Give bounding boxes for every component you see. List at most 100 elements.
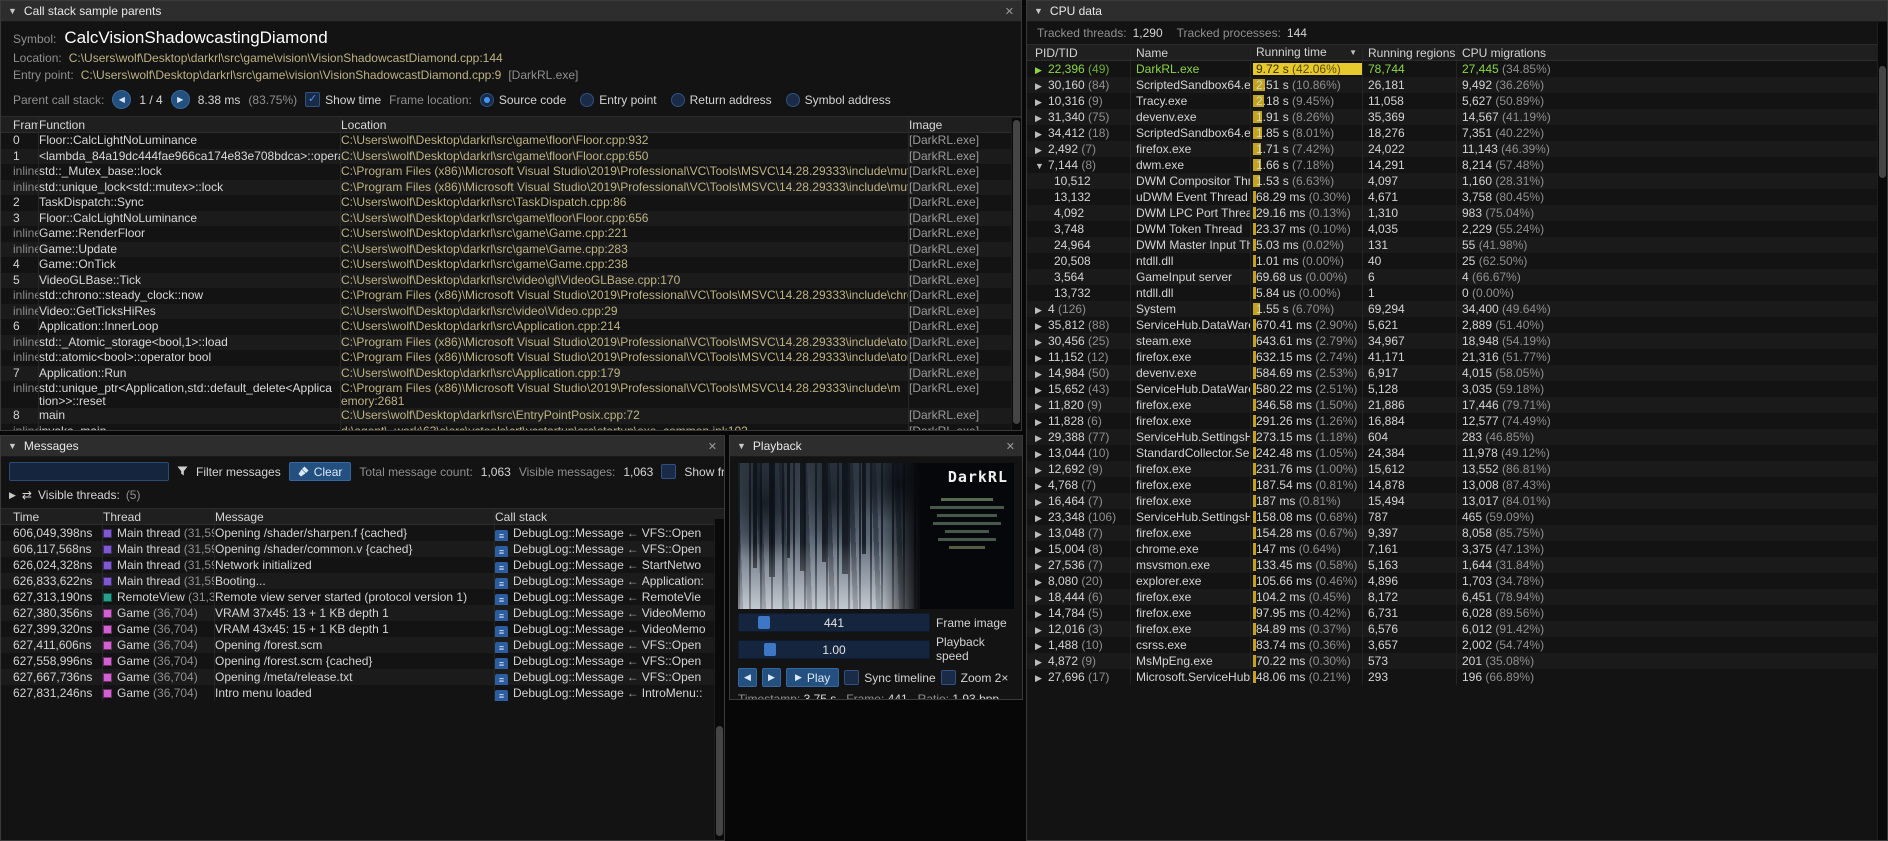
scrollbar-thumb[interactable] [1879, 66, 1886, 178]
message-row[interactable]: 627,399,320ns Game (36,704) VRAM 43x45: … [1, 621, 724, 637]
checkbox-box[interactable]: ✓ [305, 92, 320, 107]
cpu-process-row[interactable]: ▶12,016 (3) firefox.exe 84.89 ms (0.37%)… [1027, 621, 1887, 637]
callstack-frame-row[interactable]: 2 TaskDispatch::Sync C:\Users\wolf\Deskt… [1, 195, 1021, 211]
expand-icon[interactable]: ▶ [1035, 494, 1048, 509]
frame-function[interactable]: Game::OnTick [39, 257, 341, 273]
frame-function[interactable]: Floor::CalcLightNoLuminance [39, 211, 341, 227]
frame-location[interactable]: C:\Program Files (x86)\Microsoft Visual … [341, 381, 909, 408]
cpu-process-row[interactable]: ▶4 (126) System 1.55 s (6.70%) 69,294 34… [1027, 301, 1887, 317]
cpu-process-row[interactable]: ▶18,444 (6) firefox.exe 104.2 ms (0.45%)… [1027, 589, 1887, 605]
frame-location[interactable]: C:\Program Files (x86)\Microsoft Visual … [341, 164, 909, 180]
frame-location[interactable]: C:\Program Files (x86)\Microsoft Visual … [341, 350, 909, 366]
frame-function[interactable]: Game::Update [39, 242, 341, 258]
radio-circle[interactable] [580, 93, 594, 107]
cpu-process-row[interactable]: ▶27,696 (17) Microsoft.ServiceHub.Co 48.… [1027, 669, 1887, 685]
expand-icon[interactable]: ▶ [1035, 110, 1048, 125]
callstack-frame-row[interactable]: 7 Application::Run C:\Users\wolf\Desktop… [1, 366, 1021, 382]
cpu-process-row[interactable]: ▶4,872 (9) MsMpEng.exe 70.22 ms (0.30%) … [1027, 653, 1887, 669]
cpu-process-row[interactable]: ▶13,048 (7) firefox.exe 154.28 ms (0.67%… [1027, 525, 1887, 541]
frame-location[interactable]: C:\Users\wolf\Desktop\darkrl\src\EntryPo… [341, 408, 909, 424]
callstack-frame-row[interactable]: 0 Floor::CalcLightNoLuminance C:\Users\w… [1, 133, 1021, 149]
visible-threads-label[interactable]: Visible threads: [38, 488, 120, 502]
message-callstack[interactable]: ≡DebugLog::Message←VideoMemo [495, 605, 724, 621]
playback-titlebar[interactable]: ▼ Playback ✕ [730, 436, 1022, 457]
callstack-frame-row[interactable]: 6 Application::InnerLoop C:\Users\wolf\D… [1, 319, 1021, 335]
message-callstack[interactable]: ≡DebugLog::Message←Application: [495, 573, 724, 589]
radio-circle[interactable] [480, 93, 494, 107]
expand-icon[interactable]: ▶ [1035, 526, 1048, 541]
callstack-frame-row[interactable]: inline Game::RenderFloor C:\Users\wolf\D… [1, 226, 1021, 242]
expand-icon[interactable]: ▶ [1035, 398, 1048, 413]
cpu-process-row[interactable]: ▶11,828 (6) firefox.exe 291.26 ms (1.26%… [1027, 413, 1887, 429]
frame-function[interactable]: invoke_main [39, 424, 341, 431]
frame-function[interactable]: Floor::CalcLightNoLuminance [39, 133, 341, 149]
callstack-frame-row[interactable]: 1 <lambda_84a19dc444fae966ca174e83e708bd… [1, 149, 1021, 165]
prev-frame-button[interactable]: ◀ [738, 668, 757, 687]
callstack-frame-row[interactable]: 4 Game::OnTick C:\Users\wolf\Desktop\dar… [1, 257, 1021, 273]
expand-icon[interactable]: ▶ [1035, 414, 1048, 429]
frame-function[interactable]: Game::RenderFloor [39, 226, 341, 242]
cpu-process-row[interactable]: ▶8,080 (20) explorer.exe 105.66 ms (0.46… [1027, 573, 1887, 589]
collapse-icon[interactable]: ▼ [737, 441, 746, 451]
expand-icon[interactable]: ▶ [1035, 654, 1048, 669]
message-row[interactable]: 627,667,736ns Game (36,704) Opening /met… [1, 669, 724, 685]
cpu-process-row[interactable]: ▶23,348 (106) ServiceHub.SettingsHost 15… [1027, 509, 1887, 525]
cpu-process-row[interactable]: ▶4,768 (7) firefox.exe 187.54 ms (0.81%)… [1027, 477, 1887, 493]
cpu-scrollbar[interactable] [1877, 22, 1887, 840]
callstack-frame-row[interactable]: 8 main C:\Users\wolf\Desktop\darkrl\src\… [1, 408, 1021, 424]
expand-icon[interactable]: ▶ [1035, 622, 1048, 637]
frame-location-radio[interactable]: Source code [480, 93, 566, 107]
frame-location[interactable]: C:\Users\wolf\Desktop\darkrl\src\video\V… [341, 304, 909, 320]
expand-icon[interactable]: ▶ [1035, 606, 1048, 621]
frame-location[interactable]: C:\Users\wolf\Desktop\darkrl\src\video\g… [341, 273, 909, 289]
column-header-callstack[interactable]: Call stack [495, 509, 724, 524]
frame-function[interactable]: <lambda_84a19dc444fae966ca174e83e708bdca… [39, 149, 341, 165]
frame-location[interactable]: C:\Users\wolf\Desktop\darkrl\src\game\Ga… [341, 226, 909, 242]
zoom-2x-checkbox[interactable] [941, 670, 956, 685]
frame-function[interactable]: VideoGLBase::Tick [39, 273, 341, 289]
callstack-frame-row[interactable]: inline invoke_main d:\agent\_work\63\s\s… [1, 424, 1021, 431]
cpu-process-row[interactable]: 4,092 DWM LPC Port Thread 29.16 ms (0.13… [1027, 205, 1887, 221]
message-callstack[interactable]: ≡DebugLog::Message←VFS::Open [495, 669, 724, 685]
frame-location[interactable]: C:\Program Files (x86)\Microsoft Visual … [341, 335, 909, 351]
message-row[interactable]: 627,411,606ns Game (36,704) Opening /for… [1, 637, 724, 653]
close-icon[interactable]: ✕ [708, 440, 717, 453]
callstack-frame-row[interactable]: inline std::chrono::steady_clock::now C:… [1, 288, 1021, 304]
cpu-process-row[interactable]: 3,564 GameInput server 69.68 us (0.00%) … [1027, 269, 1887, 285]
message-callstack[interactable]: ≡DebugLog::Message←VFS::Open [495, 541, 724, 557]
message-row[interactable]: 606,049,398ns Main thread (31,596) Openi… [1, 525, 724, 541]
column-header-frame[interactable]: Frame [1, 117, 39, 132]
expand-icon[interactable]: ▶ [1035, 638, 1048, 653]
play-button[interactable]: ▶ Play [786, 668, 839, 687]
frame-location[interactable]: C:\Users\wolf\Desktop\darkrl\src\game\Ga… [341, 242, 909, 258]
frame-function[interactable]: Video::GetTicksHiRes [39, 304, 341, 320]
radio-circle[interactable] [786, 93, 800, 107]
cpu-process-row[interactable]: ▶12,692 (9) firefox.exe 231.76 ms (1.00%… [1027, 461, 1887, 477]
cpu-process-row[interactable]: ▼7,144 (8) dwm.exe 1.66 s (7.18%) 14,291… [1027, 157, 1887, 173]
frame-location[interactable]: C:\Program Files (x86)\Microsoft Visual … [341, 288, 909, 304]
cpu-process-row[interactable]: 13,732 ntdll.dll 5.84 us (0.00%) 1 0 (0.… [1027, 285, 1887, 301]
callstack-list-icon[interactable]: ≡ [495, 530, 508, 541]
expand-icon[interactable]: ▶ [9, 490, 16, 501]
frame-location[interactable]: C:\Users\wolf\Desktop\darkrl\src\game\fl… [341, 133, 909, 149]
frame-location[interactable]: C:\Users\wolf\Desktop\darkrl\src\game\fl… [341, 149, 909, 165]
message-row[interactable]: 627,380,356ns Game (36,704) VRAM 37x45: … [1, 605, 724, 621]
close-icon[interactable]: ✕ [1006, 440, 1015, 453]
column-header-thread[interactable]: Thread [103, 509, 215, 524]
messages-scrollbar[interactable] [714, 519, 724, 840]
cpu-process-row[interactable]: ▶15,652 (43) ServiceHub.DataWarehou 580.… [1027, 381, 1887, 397]
cpu-process-row[interactable]: ▶30,456 (25) steam.exe 643.61 ms (2.79%)… [1027, 333, 1887, 349]
cpu-process-row[interactable]: ▶35,812 (88) ServiceHub.DataWarehou 670.… [1027, 317, 1887, 333]
expand-icon[interactable]: ▶ [1035, 126, 1048, 141]
expand-icon[interactable]: ▶ [1035, 478, 1048, 493]
cpu-process-row[interactable]: ▶1,488 (10) csrss.exe 83.74 ms (0.36%) 3… [1027, 637, 1887, 653]
callstack-list-icon[interactable]: ≡ [495, 626, 508, 637]
message-callstack[interactable]: ≡DebugLog::Message←VFS::Open [495, 653, 724, 669]
scrollbar-thumb[interactable] [1013, 120, 1020, 424]
cpu-process-row[interactable]: ▶14,784 (5) firefox.exe 97.95 ms (0.42%)… [1027, 605, 1887, 621]
scrollbar-thumb[interactable] [716, 726, 723, 836]
callstack-list-icon[interactable]: ≡ [495, 642, 508, 653]
frame-function[interactable]: std::unique_ptr<Application,std::default… [39, 381, 341, 408]
frame-location[interactable]: C:\Program Files (x86)\Microsoft Visual … [341, 180, 909, 196]
cpu-process-row[interactable]: ▶31,340 (75) devenv.exe 1.91 s (8.26%) 3… [1027, 109, 1887, 125]
